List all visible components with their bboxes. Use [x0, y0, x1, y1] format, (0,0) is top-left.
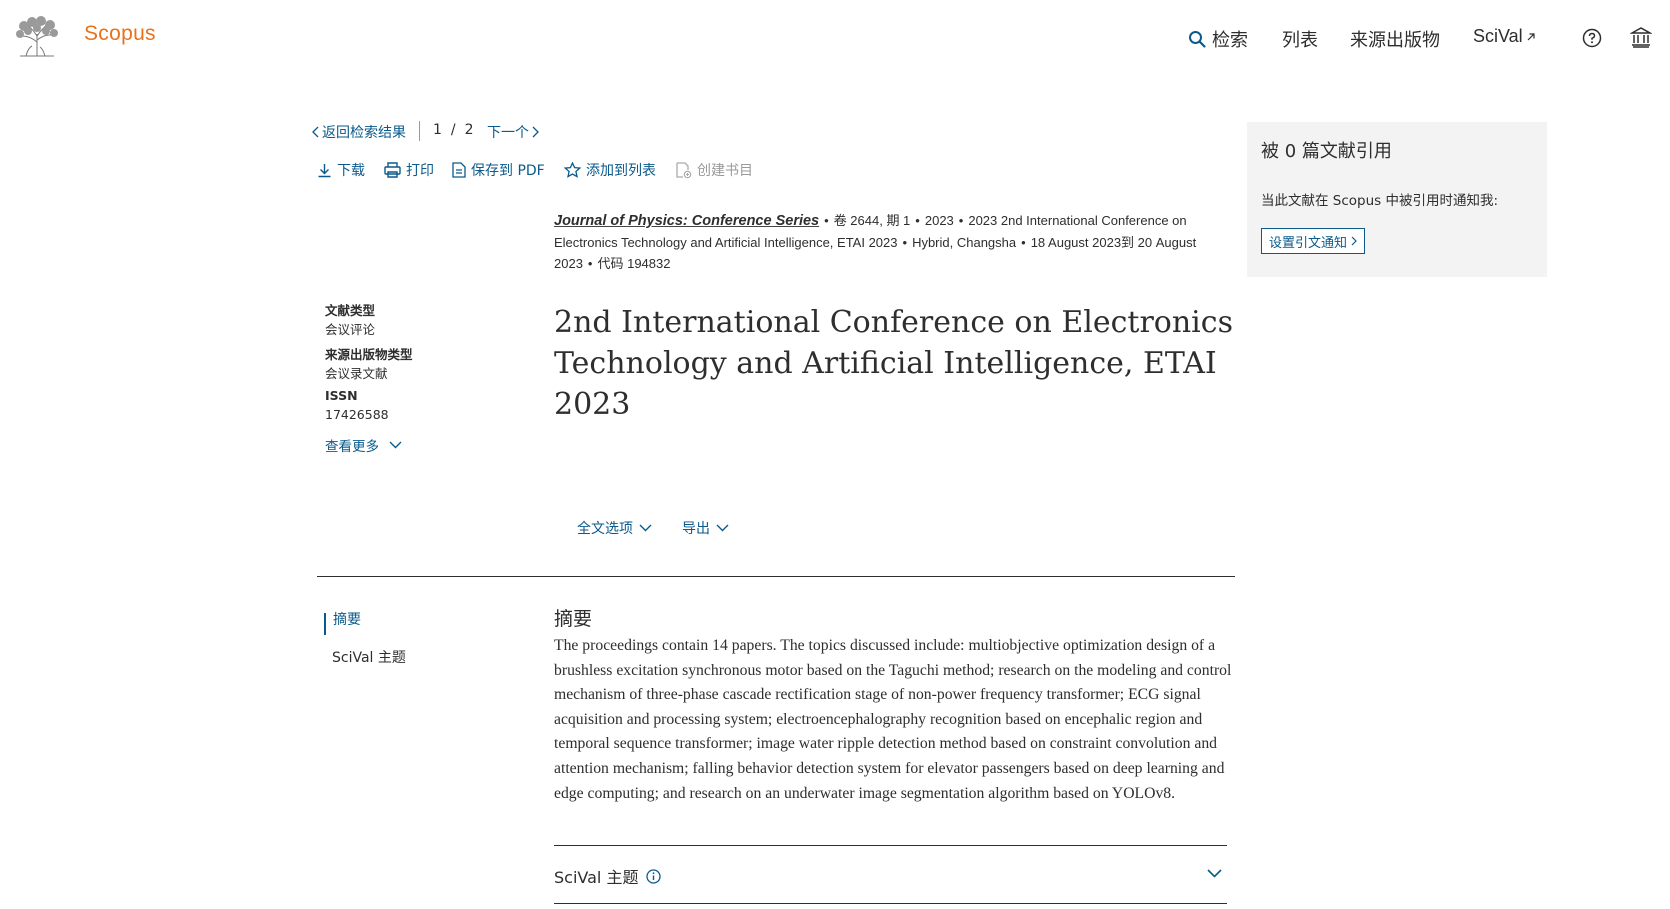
add-to-list-button[interactable]: 添加到列表 — [564, 160, 656, 180]
export-label: 导出 — [682, 521, 710, 537]
nav-sources[interactable]: 来源出版物 — [1350, 26, 1440, 52]
help-icon[interactable] — [1582, 28, 1602, 48]
set-citation-alert-label: 设置引文通知 — [1269, 235, 1348, 251]
nav-search-label: 检索 — [1212, 30, 1248, 51]
scival-divider-bottom — [554, 903, 1227, 904]
cited-by-count: 被 0 篇文献引用 — [1261, 141, 1392, 162]
issn-label: ISSN — [325, 388, 358, 403]
pub-year: 2023 — [924, 213, 954, 228]
export-dropdown[interactable]: 导出 — [682, 518, 729, 538]
add-to-list-label: 添加到列表 — [586, 163, 656, 179]
create-bibliography-button[interactable]: 创建书目 — [676, 160, 753, 180]
breadcrumb-divider — [419, 121, 420, 141]
search-icon — [1188, 30, 1206, 48]
nav-scival[interactable]: SciVal — [1473, 26, 1537, 47]
print-button[interactable]: 打印 — [384, 160, 434, 180]
download-label: 下载 — [337, 163, 365, 179]
set-citation-alert-button[interactable]: 设置引文通知 — [1261, 228, 1366, 254]
save-pdf-label: 保存到 PDF — [471, 163, 545, 179]
chevron-down-icon — [716, 524, 729, 532]
section-divider — [317, 576, 1235, 577]
nav-sources-label: 来源出版物 — [1350, 30, 1440, 51]
download-icon — [317, 163, 332, 178]
scopus-brand[interactable]: Scopus — [84, 22, 156, 46]
volume-issue: 卷 2644, 期 1 — [833, 213, 911, 228]
journal-link[interactable]: Journal of Physics: Conference Series — [554, 213, 819, 229]
scival-topic-section[interactable]: SciVal 主题 — [554, 864, 662, 888]
star-icon — [564, 162, 581, 178]
info-icon[interactable] — [646, 868, 662, 884]
print-label: 打印 — [406, 163, 434, 179]
active-nav-marker — [324, 613, 326, 635]
doc-type-label: 文献类型 — [325, 303, 376, 318]
chevron-right-icon — [1351, 236, 1357, 246]
nav-scival-label: SciVal — [1473, 26, 1523, 46]
document-title: 2nd International Conference on Electron… — [554, 305, 1233, 422]
abstract-heading: 摘要 — [554, 608, 593, 630]
next-result[interactable]: 下一个 — [487, 122, 539, 142]
chevron-right-icon — [532, 126, 539, 138]
abstract-text: The proceedings contain 14 papers. The t… — [554, 637, 1232, 802]
source-type-label: 来源出版物类型 — [325, 347, 413, 362]
chevron-down-icon — [389, 441, 402, 449]
save-pdf-button[interactable]: 保存到 PDF — [452, 160, 545, 180]
conference-code: 代码 194832 — [597, 256, 671, 271]
chevron-down-icon[interactable] — [1207, 869, 1222, 878]
nav-lists[interactable]: 列表 — [1282, 26, 1318, 52]
chevron-down-icon — [639, 524, 652, 532]
create-bibliography-label: 创建书目 — [697, 163, 753, 179]
nav-lists-label: 列表 — [1282, 30, 1318, 51]
source-type-value: 会议录文献 — [325, 366, 388, 381]
full-text-options-label: 全文选项 — [577, 521, 633, 537]
see-more-label: 查看更多 — [325, 439, 379, 455]
doc-type-value: 会议评论 — [325, 322, 376, 337]
institution-icon[interactable] — [1630, 26, 1652, 48]
result-position: 1 / 2 — [433, 122, 474, 138]
conference-location: Hybrid, Changsha — [912, 235, 1017, 250]
chevron-left-icon — [312, 126, 319, 138]
print-icon — [384, 162, 401, 178]
external-link-icon — [1525, 31, 1537, 43]
citations-panel: 被 0 篇文献引用 当此文献在 Scopus 中被引用时通知我: 设置引文通知 — [1247, 122, 1547, 277]
nav-search[interactable]: 检索 — [1188, 26, 1248, 52]
citation-alert-note: 当此文献在 Scopus 中被引用时通知我: — [1261, 193, 1499, 209]
see-more-button[interactable]: 查看更多 — [325, 435, 402, 455]
next-result-label: 下一个 — [487, 125, 529, 141]
scival-divider-top — [554, 845, 1227, 846]
total-results: 2 — [464, 122, 474, 138]
scival-topic-label: SciVal 主题 — [554, 868, 639, 887]
download-button[interactable]: 下载 — [317, 160, 365, 180]
current-result: 1 — [433, 122, 442, 138]
position-separator: / — [450, 122, 456, 138]
elsevier-tree-logo[interactable] — [12, 14, 62, 58]
side-nav-scival-topic[interactable]: SciVal 主题 — [332, 647, 406, 667]
bibliography-icon — [676, 161, 692, 179]
back-to-results-label: 返回检索结果 — [322, 125, 406, 141]
pdf-icon — [452, 162, 466, 178]
back-to-results[interactable]: 返回检索结果 — [312, 122, 406, 142]
source-info: Journal of Physics: Conference Series • 卷 … — [554, 213, 1197, 271]
side-nav-abstract[interactable]: 摘要 — [333, 609, 361, 629]
issn-value: 17426588 — [325, 407, 389, 422]
full-text-options[interactable]: 全文选项 — [577, 518, 652, 538]
